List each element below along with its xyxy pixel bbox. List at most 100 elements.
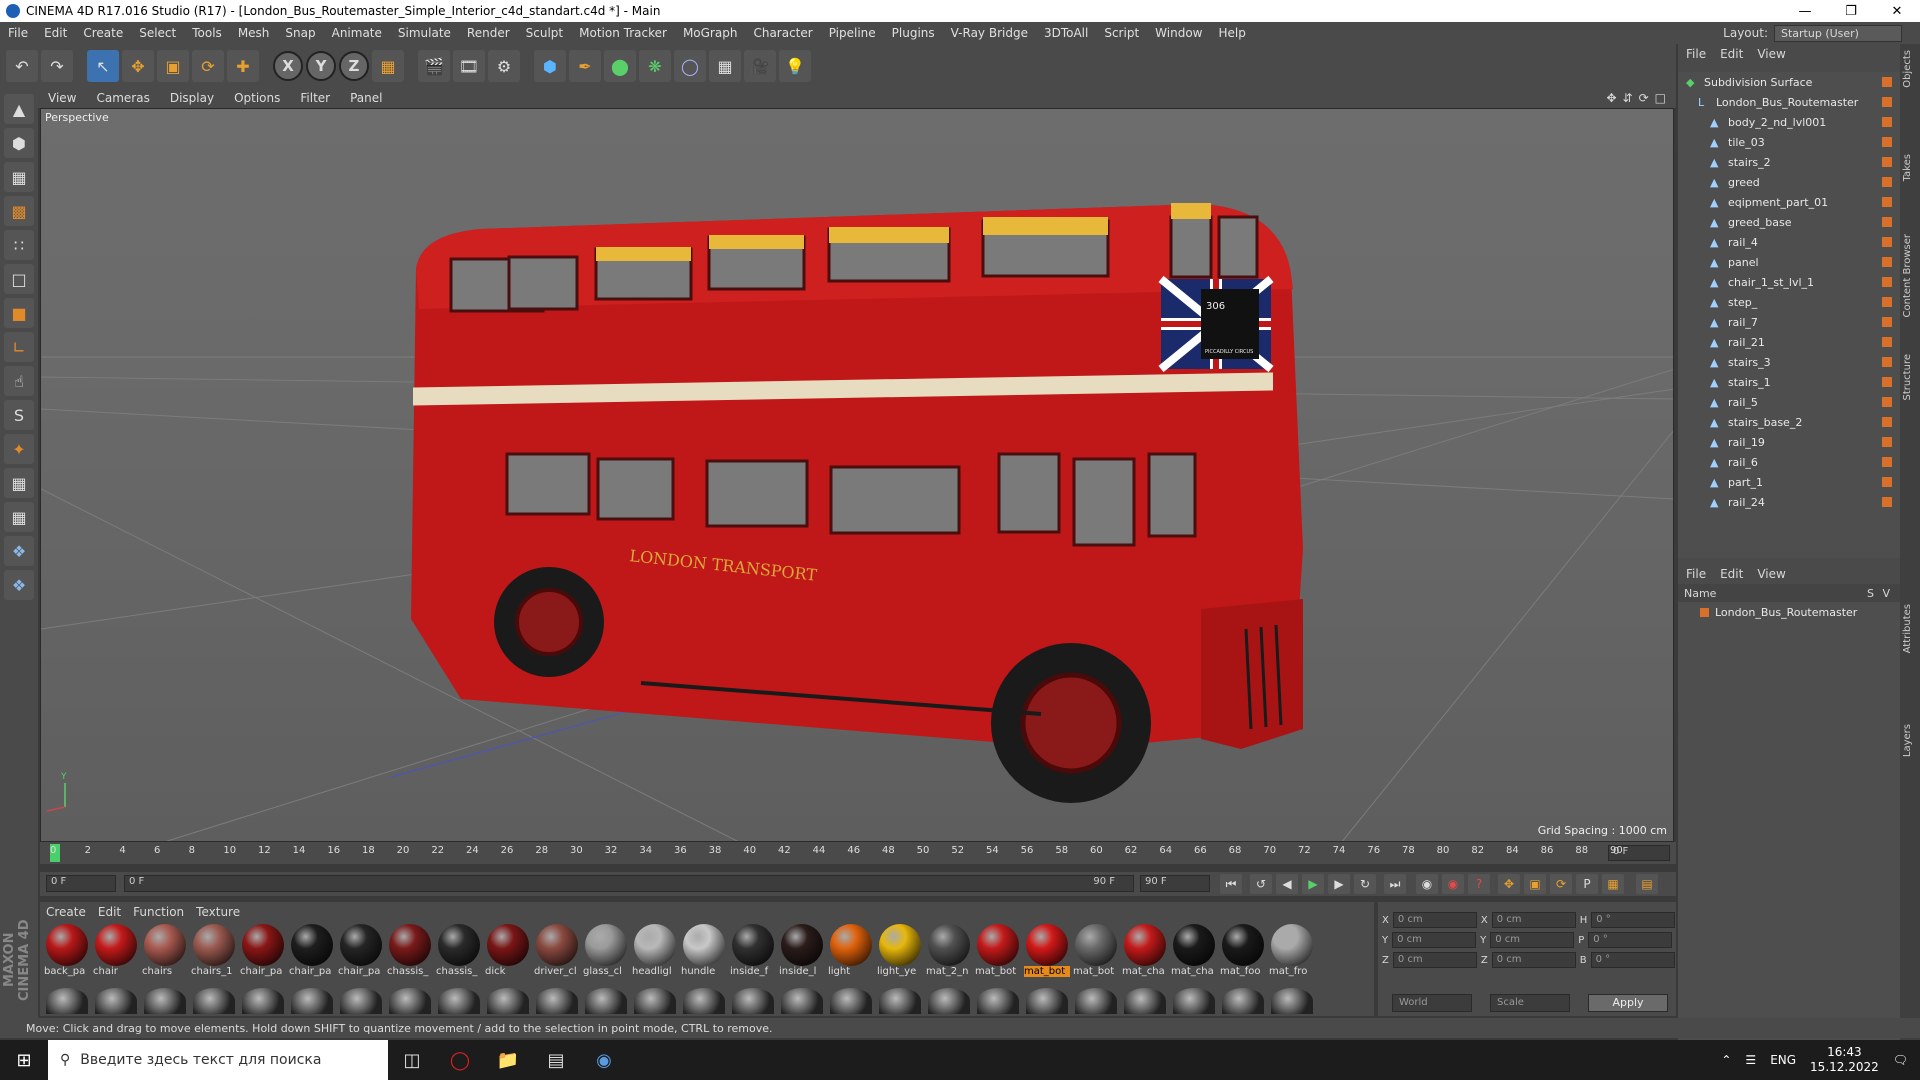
material-tag-icon[interactable] [1882, 337, 1892, 347]
material-tag-icon[interactable] [1882, 137, 1892, 147]
object-row[interactable]: ▲ rail_6 [1678, 452, 1900, 472]
timeline-ruler[interactable]: 0 F 0 2 4 6 8 10 12 14 16 18 20 22 24 26 28 30 32 34 36 38 4… [40, 842, 1676, 864]
material-swatch[interactable] [534, 988, 580, 1014]
language-indicator[interactable]: ENG [1770, 1053, 1796, 1067]
axis-mode-icon[interactable]: ∟ [4, 332, 34, 362]
preview-range-slider[interactable]: 0 F 90 F [124, 875, 1134, 892]
undo-icon[interactable]: ↶ [6, 50, 38, 82]
polygons-mode-icon[interactable]: ■ [4, 298, 34, 328]
viewport-menu-options[interactable]: Options [224, 91, 290, 105]
magnet-icon[interactable]: ✦ [4, 434, 34, 464]
menu-window[interactable]: Window [1147, 26, 1210, 40]
light-object-icon[interactable]: 💡 [779, 50, 811, 82]
material-swatch[interactable] [289, 988, 335, 1014]
side-tab-objects[interactable]: Objects [1902, 50, 1918, 88]
material-swatch[interactable] [240, 988, 286, 1014]
layer-row[interactable]: London_Bus_Routemaster [1678, 602, 1900, 622]
material-tag-icon[interactable] [1882, 97, 1892, 107]
app-window-icon[interactable]: ▤ [532, 1040, 580, 1080]
material-swatch[interactable]: chair [93, 924, 139, 977]
side-tab-takes[interactable]: Takes [1902, 154, 1918, 181]
material-swatch[interactable] [1122, 988, 1168, 1014]
rotation-field[interactable]: 0 ° [1588, 932, 1673, 948]
menu-snap[interactable]: Snap [277, 26, 323, 40]
object-row[interactable]: ▲ stairs_2 [1678, 152, 1900, 172]
x-axis-lock-icon[interactable]: X [273, 51, 303, 81]
material-swatch[interactable] [142, 988, 188, 1014]
size-field[interactable]: 0 cm [1490, 932, 1575, 948]
material-tag-icon[interactable] [1882, 177, 1892, 187]
menu-character[interactable]: Character [745, 26, 820, 40]
position-field[interactable]: 0 cm [1392, 932, 1477, 948]
viewport-maximize-icon[interactable]: □ [1655, 91, 1666, 105]
rotation-field[interactable]: 0 ° [1590, 952, 1675, 968]
rotate-tool-icon[interactable]: ⟳ [192, 50, 224, 82]
previous-key-icon[interactable]: ↺ [1250, 874, 1272, 894]
object-menu-file[interactable]: File [1686, 47, 1706, 61]
menu-script[interactable]: Script [1096, 26, 1147, 40]
material-swatch[interactable]: mat_2_n [926, 924, 972, 977]
key-position-icon[interactable]: ✥ [1498, 874, 1520, 894]
object-row[interactable]: ▲ chair_1_st_lvl_1 [1678, 272, 1900, 292]
menu-edit[interactable]: Edit [36, 26, 75, 40]
tweak-mode-icon[interactable]: ☝ [4, 366, 34, 396]
material-swatch[interactable]: dick [485, 924, 531, 977]
close-button[interactable]: ✕ [1874, 0, 1920, 22]
object-row[interactable]: ▲ body_2_nd_lvl001 [1678, 112, 1900, 132]
material-swatch[interactable] [779, 988, 825, 1014]
material-swatch[interactable]: chassis_ [436, 924, 482, 977]
material-swatch[interactable]: mat_cha [1122, 924, 1168, 977]
material-swatch[interactable] [975, 988, 1021, 1014]
menu-mograph[interactable]: MoGraph [675, 26, 746, 40]
material-swatch[interactable]: hundle [681, 924, 727, 977]
menu-sculpt[interactable]: Sculpt [518, 26, 571, 40]
size-field[interactable]: 0 cm [1491, 912, 1576, 928]
viewport-menu-display[interactable]: Display [160, 91, 224, 105]
taskbar-search[interactable]: ⚲ Введите здесь текст для поиска [48, 1040, 388, 1080]
menu-motion-tracker[interactable]: Motion Tracker [571, 26, 675, 40]
workplane-icon[interactable]: ▩ [4, 196, 34, 226]
material-swatch[interactable]: back_pa [44, 924, 90, 977]
material-tag-icon[interactable] [1882, 217, 1892, 227]
side-tab-content-browser[interactable]: Content Browser [1902, 234, 1918, 317]
material-tag-icon[interactable] [1882, 317, 1892, 327]
side-tab-layers[interactable]: Layers [1902, 724, 1918, 757]
scale-tool-icon[interactable]: ▣ [157, 50, 189, 82]
task-view-icon[interactable]: ◫ [388, 1040, 436, 1080]
material-swatch[interactable]: inside_l [779, 924, 825, 977]
object-row[interactable]: ▲ panel [1678, 252, 1900, 272]
material-menu-create[interactable]: Create [40, 905, 92, 919]
material-tag-icon[interactable] [1882, 117, 1892, 127]
material-menu-texture[interactable]: Texture [190, 905, 246, 919]
object-row[interactable]: ▲ rail_4 [1678, 232, 1900, 252]
deformer-icon[interactable]: ◯ [674, 50, 706, 82]
python-icon[interactable]: ❖ [4, 536, 34, 566]
position-field[interactable]: 0 cm [1392, 952, 1477, 968]
material-tag-icon[interactable] [1882, 397, 1892, 407]
menu-3dtoall[interactable]: 3DToAll [1036, 26, 1096, 40]
object-row[interactable]: ▲ rail_21 [1678, 332, 1900, 352]
minimize-button[interactable]: — [1782, 0, 1828, 22]
material-tag-icon[interactable] [1882, 417, 1892, 427]
play-icon[interactable]: ▶ [1302, 874, 1324, 894]
model-mode-icon[interactable]: ⬢ [4, 128, 34, 158]
move-tool-icon[interactable]: ✥ [122, 50, 154, 82]
object-row[interactable]: ▲ rail_5 [1678, 392, 1900, 412]
end-frame-field[interactable]: 90 F [1140, 875, 1210, 892]
material-tag-icon[interactable] [1882, 357, 1892, 367]
texture-mode-icon[interactable]: ▦ [4, 162, 34, 192]
viewport-menu-panel[interactable]: Panel [340, 91, 392, 105]
go-to-start-icon[interactable]: ⏮ [1220, 874, 1242, 894]
menu-animate[interactable]: Animate [324, 26, 390, 40]
material-swatch[interactable]: headligl [632, 924, 678, 977]
tray-expand-icon[interactable]: ⌃ [1721, 1053, 1731, 1067]
camera-object-icon[interactable]: 🎥 [744, 50, 776, 82]
material-swatch[interactable] [583, 988, 629, 1014]
material-swatch[interactable]: chassis_ [387, 924, 433, 977]
layer-menu-view[interactable]: View [1757, 567, 1785, 581]
material-swatch[interactable] [44, 988, 90, 1014]
material-tag-icon[interactable] [1882, 237, 1892, 247]
viewport-rotate-icon[interactable]: ⟳ [1639, 91, 1649, 105]
menu-create[interactable]: Create [75, 26, 131, 40]
render-picture-viewer-icon[interactable]: 🎞 [453, 50, 485, 82]
